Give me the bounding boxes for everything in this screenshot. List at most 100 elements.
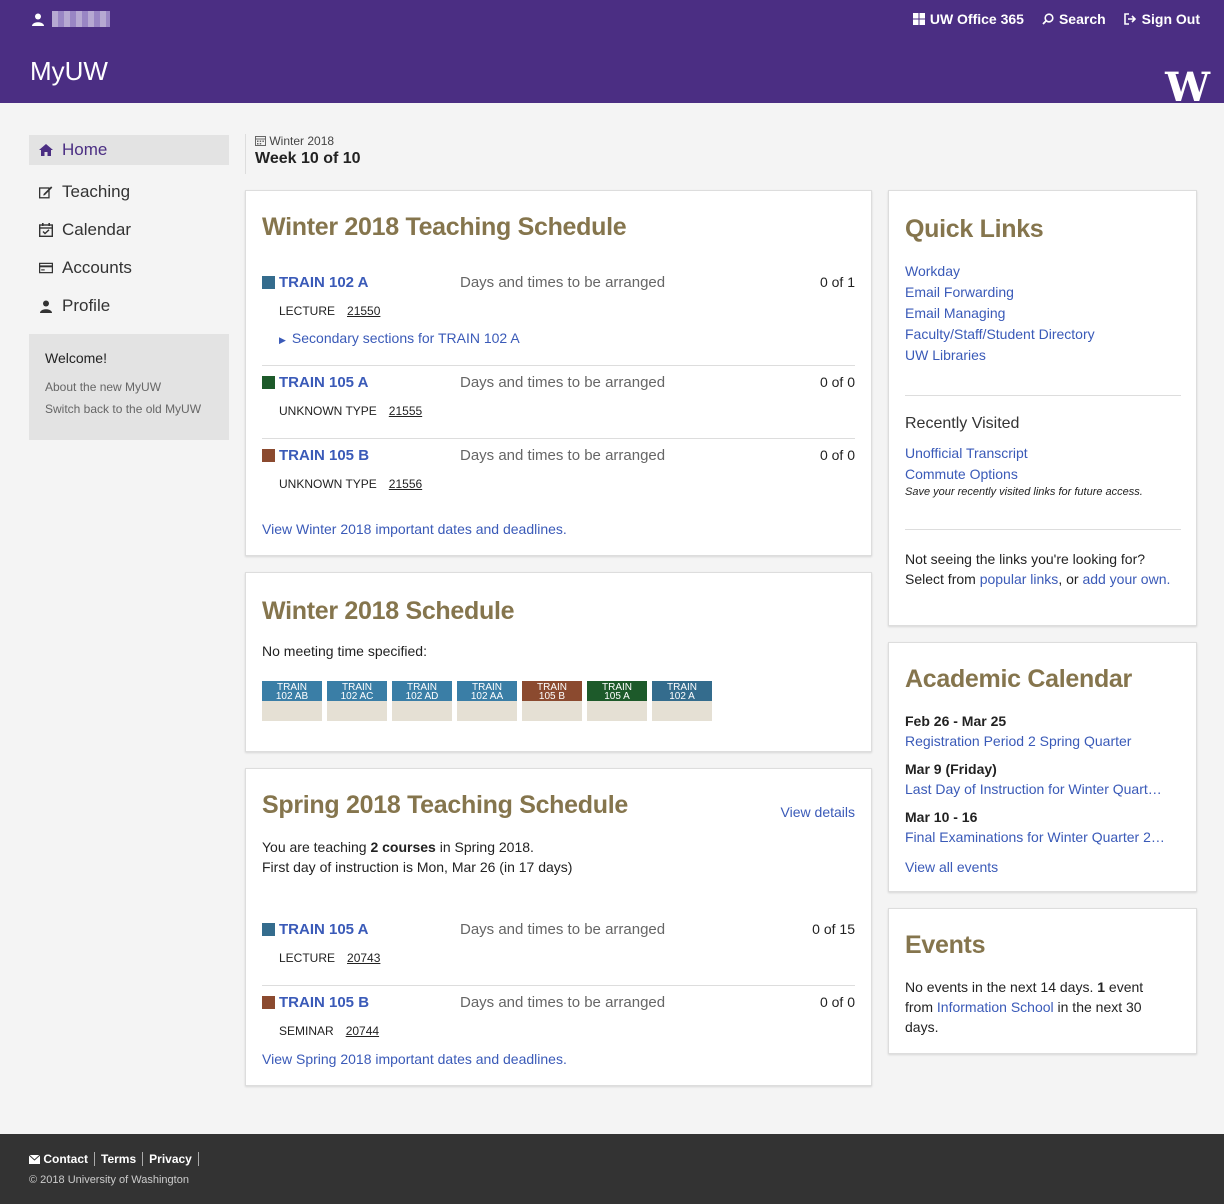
schedule-block-label: TRAIN 105 B — [522, 681, 582, 702]
event-link[interactable]: Registration Period 2 Spring Quarter — [905, 731, 1181, 751]
sidebar-item-teaching[interactable]: Teaching — [29, 173, 229, 211]
switch-old-myuw-link[interactable]: Switch back to the old MyUW — [45, 402, 213, 416]
uw-logo[interactable]: W — [1165, 68, 1210, 108]
schedule-block[interactable]: TRAIN 102 AD — [392, 681, 452, 721]
sidebar-item-calendar[interactable]: Calendar — [29, 211, 229, 249]
schedule-block-label: TRAIN 102 A — [652, 681, 712, 702]
about-new-myuw-link[interactable]: About the new MyUW — [45, 380, 213, 394]
information-school-link[interactable]: Information School — [937, 999, 1054, 1015]
view-all-events-link[interactable]: View all events — [905, 859, 998, 875]
summary-text: in Spring 2018. — [435, 839, 534, 855]
course-name-link[interactable]: TRAIN 102 A — [279, 274, 368, 291]
envelope-icon — [28, 1154, 41, 1164]
spring-teaching-card: Spring 2018 Teaching Schedule View detai… — [245, 768, 872, 1086]
signout-link[interactable]: Sign Out — [1123, 11, 1200, 27]
user-name-redacted — [52, 11, 110, 27]
block-line2: 102 AC — [340, 691, 374, 702]
quick-links-card: Quick Links Workday Email Forwarding Ema… — [888, 190, 1197, 626]
summary-count: 2 courses — [370, 839, 436, 855]
schedule-block[interactable]: TRAIN 102 AA — [457, 681, 517, 721]
terms-link[interactable]: Terms — [95, 1152, 144, 1166]
block-line2: 102 AA — [470, 691, 504, 702]
windows-icon — [912, 13, 925, 25]
recent-link[interactable]: Commute Options — [905, 466, 1181, 482]
schedule-block-fill — [262, 701, 322, 721]
academic-calendar-card: Academic Calendar Feb 26 - Mar 25 Regist… — [888, 642, 1197, 892]
brand-title[interactable]: MyUW — [30, 56, 108, 87]
card-title: Winter 2018 Teaching Schedule — [262, 213, 627, 241]
calendar-event: Mar 10 - 16 Final Examinations for Winte… — [905, 807, 1181, 847]
secondary-sections-toggle[interactable]: ▶ Secondary sections for TRAIN 102 A — [279, 330, 520, 346]
schedule-block-fill — [587, 701, 647, 721]
course-name-link[interactable]: TRAIN 105 B — [279, 994, 369, 1011]
signout-label: Sign Out — [1141, 11, 1200, 27]
schedule-block[interactable]: TRAIN 102 AB — [262, 681, 322, 721]
search-link[interactable]: Search — [1042, 11, 1106, 27]
not-seeing-question: Not seeing the links you're looking for? — [905, 551, 1146, 567]
user-menu[interactable] — [32, 11, 110, 27]
term-week: Week 10 of 10 — [255, 150, 361, 167]
calendar-icon — [39, 223, 53, 237]
schedule-block-label: TRAIN 102 AA — [457, 681, 517, 702]
schedule-block[interactable]: TRAIN 105 A — [587, 681, 647, 721]
course-name-link[interactable]: TRAIN 105 A — [279, 921, 368, 938]
divider — [905, 395, 1181, 396]
course-sln-link[interactable]: 21550 — [347, 304, 380, 318]
course-meeting-time: Days and times to be arranged — [460, 374, 666, 391]
course-row: TRAIN 105 A Days and times to be arrange… — [262, 913, 855, 986]
block-line2: 105 B — [538, 691, 566, 702]
event-link[interactable]: Last Day of Instruction for Winter Quart… — [905, 779, 1181, 799]
schedule-block[interactable]: TRAIN 102 AC — [327, 681, 387, 721]
schedule-block[interactable]: TRAIN 105 B — [522, 681, 582, 721]
course-type: UNKNOWN TYPE 21555 — [279, 404, 422, 418]
sidebar-nav: Home Teaching Calendar Accounts Profile — [29, 135, 229, 325]
course-type: SEMINAR 20744 — [279, 1024, 379, 1038]
block-line2: 102 A — [669, 691, 695, 702]
quick-link[interactable]: Workday — [905, 263, 1181, 279]
contact-link[interactable]: Contact — [28, 1152, 96, 1166]
view-details-link[interactable]: View details — [781, 804, 855, 820]
schedule-block[interactable]: TRAIN 102 A — [652, 681, 712, 721]
quick-link[interactable]: Faculty/Staff/Student Directory — [905, 326, 1181, 342]
events-count: 1 — [1097, 979, 1106, 995]
course-sln-link[interactable]: 21556 — [389, 477, 422, 491]
course-sln-link[interactable]: 20743 — [347, 951, 380, 965]
block-line2: 102 AB — [275, 691, 309, 702]
course-name-link[interactable]: TRAIN 105 B — [279, 447, 369, 464]
course-meeting-time: Days and times to be arranged — [460, 274, 666, 291]
add-your-own-link[interactable]: add your own. — [1082, 571, 1170, 587]
course-name-link[interactable]: TRAIN 105 A — [279, 374, 368, 391]
popular-links-link[interactable]: popular links — [980, 571, 1059, 587]
course-type-label: LECTURE — [279, 304, 336, 318]
quick-link[interactable]: UW Libraries — [905, 347, 1181, 363]
event-link[interactable]: Final Examinations for Winter Quarter 2… — [905, 827, 1181, 847]
not-seeing-text: Not seeing the links you're looking for?… — [905, 549, 1185, 589]
quick-link[interactable]: Email Forwarding — [905, 284, 1181, 300]
course-sln-link[interactable]: 21555 — [389, 404, 422, 418]
course-sln-link[interactable]: 20744 — [346, 1024, 379, 1038]
quick-link[interactable]: Email Managing — [905, 305, 1181, 321]
course-color-swatch — [262, 923, 275, 936]
first-day-text: First day of instruction is Mon, Mar 26 … — [262, 859, 573, 875]
welcome-title: Welcome! — [45, 350, 107, 366]
schedule-block-label: TRAIN 102 AD — [392, 681, 452, 702]
calendar-icon — [255, 136, 266, 146]
winter-dates-link[interactable]: View Winter 2018 important dates and dea… — [262, 521, 567, 537]
home-icon — [39, 144, 53, 156]
office365-link[interactable]: UW Office 365 — [912, 11, 1024, 27]
course-type-label: UNKNOWN TYPE — [279, 404, 377, 418]
sidebar-item-profile[interactable]: Profile — [29, 287, 229, 325]
events-text-part: No events in the next 14 days. — [905, 979, 1098, 995]
schedule-block-fill — [652, 701, 712, 721]
card-title: Events — [905, 931, 986, 959]
sidebar-item-home[interactable]: Home — [29, 135, 229, 165]
recent-link[interactable]: Unofficial Transcript — [905, 445, 1181, 461]
privacy-link[interactable]: Privacy — [143, 1152, 199, 1166]
spring-dates-link[interactable]: View Spring 2018 important dates and dea… — [262, 1051, 567, 1067]
winter-teaching-card: Winter 2018 Teaching Schedule TRAIN 102 … — [245, 190, 872, 556]
card-title: Spring 2018 Teaching Schedule — [262, 791, 628, 819]
recently-visited-title: Recently Visited — [905, 415, 1020, 432]
recent-note: Save your recently visited links for fut… — [905, 486, 1143, 498]
sidebar-item-accounts[interactable]: Accounts — [29, 249, 229, 287]
schedule-block-fill — [392, 701, 452, 721]
